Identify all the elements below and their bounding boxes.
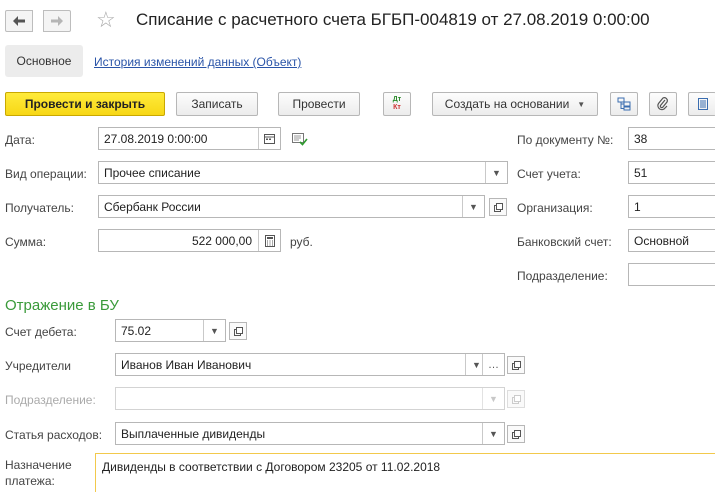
open-icon — [511, 429, 521, 439]
payment-purpose-textarea[interactable]: Дивиденды в соответствии с Договором 232… — [95, 453, 715, 492]
list-icon — [697, 98, 708, 110]
back-button[interactable] — [5, 10, 33, 32]
post-button[interactable]: Провести — [278, 92, 360, 116]
chevron-down-icon: ▼ — [482, 388, 504, 409]
chevron-down-icon[interactable]: ▼ — [482, 423, 504, 444]
founders-field[interactable]: Иванов Иван Иванович ▼ … — [115, 353, 505, 376]
operation-value: Прочее списание — [104, 165, 201, 180]
founders-label: Учредители — [5, 359, 72, 373]
date-field[interactable]: 27.08.2019 0:00:00 — [98, 127, 281, 150]
debit-account-label: Счет дебета: — [5, 325, 77, 339]
account-field[interactable]: 51 — [628, 161, 715, 184]
recipient-field[interactable]: Сбербанк России ▼ — [98, 195, 485, 218]
open-icon — [511, 360, 521, 370]
page-title: Списание с расчетного счета БГБП-004819 … — [136, 10, 650, 29]
expense-item-value: Выплаченные дивиденды — [121, 426, 266, 441]
chevron-down-icon[interactable]: ▼ — [203, 320, 225, 341]
calculator-icon[interactable] — [258, 230, 280, 251]
purpose-label-line1: Назначение — [5, 458, 72, 472]
purpose-label-line2: платежа: — [5, 474, 55, 488]
operation-select[interactable]: Прочее списание ▼ — [98, 161, 508, 184]
dt-kt-icon-bottom: Кт — [393, 104, 401, 111]
doc-number-label: По документу №: — [517, 133, 614, 147]
paperclip-icon — [657, 97, 668, 111]
organization-label: Организация: — [517, 201, 593, 215]
save-button[interactable]: Записать — [176, 92, 258, 116]
recipient-label: Получатель: — [5, 201, 74, 215]
chevron-down-icon: ▼ — [577, 99, 586, 109]
open-recipient-button[interactable] — [489, 198, 507, 216]
amount-field[interactable]: 522 000,00 — [98, 229, 281, 252]
dt-kt-button[interactable]: Дт Кт — [383, 92, 411, 116]
open-icon — [511, 394, 521, 404]
division-label: Подразделение: — [517, 269, 608, 283]
date-label: Дата: — [5, 133, 35, 147]
forward-button[interactable] — [43, 10, 71, 32]
open-accounting-division-button — [507, 390, 525, 408]
structure-button[interactable] — [610, 92, 638, 116]
account-value: 51 — [634, 165, 648, 180]
calendar-icon[interactable] — [258, 128, 280, 149]
tab-history[interactable]: История изменений данных (Объект) — [94, 55, 301, 69]
debit-account-field[interactable]: 75.02 ▼ — [115, 319, 226, 342]
division-field[interactable] — [628, 263, 715, 286]
bank-account-label: Банковский счет: — [517, 235, 612, 249]
founders-value: Иванов Иван Иванович — [121, 357, 252, 372]
accounting-division-label: Подразделение: — [5, 393, 96, 407]
recipient-value: Сбербанк России — [104, 199, 201, 214]
expense-item-label: Статья расходов: — [5, 428, 103, 442]
organization-value: 1 — [634, 199, 641, 214]
bank-account-value: Основной — [634, 233, 690, 248]
attach-button[interactable] — [649, 92, 677, 116]
date-value: 27.08.2019 0:00:00 — [104, 131, 208, 146]
ellipsis-icon[interactable]: … — [482, 354, 504, 375]
bank-account-field[interactable]: Основной — [628, 229, 715, 252]
open-founders-button[interactable] — [507, 356, 525, 374]
accounting-section-heading: Отражение в БУ — [5, 297, 119, 314]
create-based-on-label: Создать на основании — [444, 97, 570, 111]
organization-field[interactable]: 1 — [628, 195, 715, 218]
debit-account-value: 75.02 — [121, 323, 152, 338]
chevron-down-icon[interactable]: ▼ — [485, 162, 507, 183]
account-label: Счет учета: — [517, 167, 581, 181]
dt-kt-icon: Дт — [392, 96, 402, 103]
accounting-division-field: ▼ — [115, 387, 505, 410]
doc-number-value: 38 — [634, 131, 648, 146]
document-check-icon[interactable] — [292, 133, 308, 146]
open-icon — [493, 202, 503, 212]
post-and-close-button[interactable]: Провести и закрыть — [5, 92, 165, 116]
list-button[interactable] — [688, 92, 715, 116]
tab-main[interactable]: Основное — [5, 45, 83, 77]
operation-label: Вид операции: — [5, 167, 87, 181]
open-icon — [233, 326, 243, 336]
amount-label: Сумма: — [5, 235, 47, 249]
currency-label: руб. — [290, 235, 313, 249]
doc-number-field[interactable]: 38 — [628, 127, 715, 150]
star-icon[interactable]: ☆ — [96, 8, 116, 32]
open-debit-account-button[interactable] — [229, 322, 247, 340]
payment-purpose-value: Дивиденды в соответствии с Договором 232… — [102, 460, 441, 474]
expense-item-field[interactable]: Выплаченные дивиденды ▼ — [115, 422, 505, 445]
open-expense-item-button[interactable] — [507, 425, 525, 443]
create-based-on-button[interactable]: Создать на основании ▼ — [432, 92, 598, 116]
structure-icon — [617, 97, 631, 111]
arrow-right-icon — [51, 16, 63, 26]
arrow-left-icon — [13, 16, 25, 26]
amount-value: 522 000,00 — [191, 233, 252, 248]
chevron-down-icon[interactable]: ▼ — [462, 196, 484, 217]
